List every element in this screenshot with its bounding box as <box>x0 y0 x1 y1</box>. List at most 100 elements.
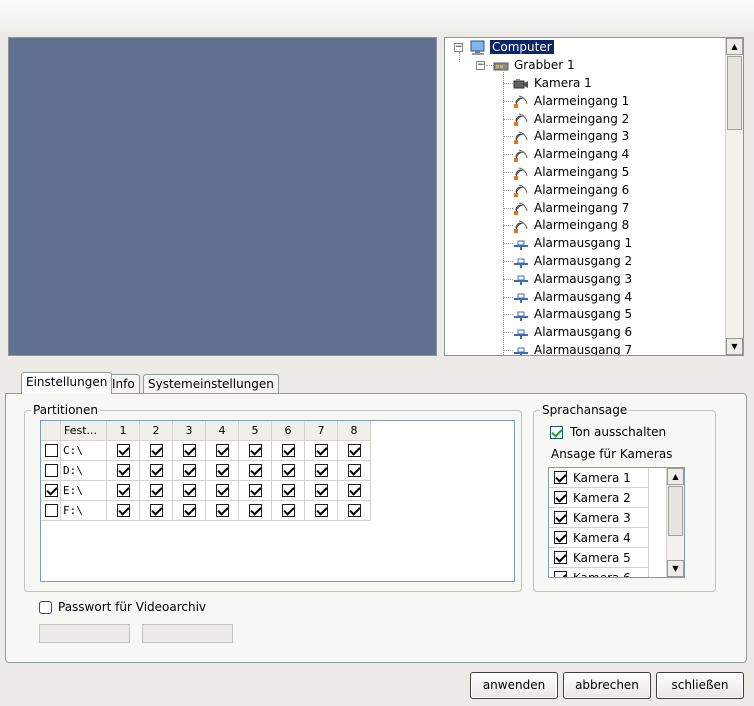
camera-partition-checkbox[interactable] <box>249 464 262 477</box>
grid-header-select[interactable] <box>41 421 61 441</box>
tree-node-item[interactable]: Alarmeingang 5 <box>513 163 631 181</box>
grid-column-header[interactable]: 8 <box>338 421 371 441</box>
cancel-button[interactable]: abbrechen <box>563 672 651 699</box>
scroll-up-icon[interactable]: ▲ <box>726 38 743 55</box>
grid-column-header[interactable]: 2 <box>140 421 173 441</box>
camera-speech-checkbox[interactable] <box>554 471 567 484</box>
row-select-checkbox[interactable] <box>45 444 58 457</box>
password-field[interactable] <box>39 624 130 643</box>
tree-node-item[interactable]: Alarmausgang 3 <box>513 270 634 288</box>
camera-label: Kamera 4 <box>573 531 631 545</box>
tab-einstellungen[interactable]: Einstellungen <box>21 372 113 394</box>
tree-node-grabber[interactable]: Grabber 1 <box>493 56 577 74</box>
camera-partition-checkbox[interactable] <box>150 484 163 497</box>
camera-partition-checkbox[interactable] <box>150 464 163 477</box>
tree-node-item[interactable]: Alarmausgang 4 <box>513 288 634 306</box>
camera-partition-checkbox[interactable] <box>183 464 196 477</box>
camera-speech-checkbox[interactable] <box>554 571 567 577</box>
camera-speech-checkbox[interactable] <box>554 491 567 504</box>
tree-node-item[interactable]: Alarmausgang 6 <box>513 323 634 341</box>
list-item[interactable]: Kamera 3 <box>549 508 649 528</box>
scroll-up-icon[interactable]: ▲ <box>667 468 684 485</box>
camera-partition-checkbox[interactable] <box>117 444 130 457</box>
row-select-checkbox[interactable] <box>45 504 58 517</box>
camera-partition-checkbox[interactable] <box>117 464 130 477</box>
camera-partition-checkbox[interactable] <box>183 504 196 517</box>
device-tree[interactable]: − Computer − Grabber 1 Kamera 1 Alarmeing… <box>444 37 744 356</box>
grid-column-header[interactable]: 7 <box>305 421 338 441</box>
camera-speech-checkbox[interactable] <box>554 531 567 544</box>
camera-partition-checkbox[interactable] <box>249 444 262 457</box>
camera-partition-checkbox[interactable] <box>348 444 361 457</box>
row-select-checkbox[interactable] <box>45 484 58 497</box>
grid-column-header[interactable]: 1 <box>107 421 140 441</box>
camera-partition-checkbox[interactable] <box>183 444 196 457</box>
scroll-down-icon[interactable]: ▼ <box>726 338 743 355</box>
camera-speech-checkbox[interactable] <box>554 511 567 524</box>
camera-partition-checkbox[interactable] <box>282 484 295 497</box>
camera-partition-checkbox[interactable] <box>282 504 295 517</box>
camera-partition-checkbox[interactable] <box>315 444 328 457</box>
camera-partition-checkbox[interactable] <box>216 484 229 497</box>
grid-column-header[interactable]: Fest... <box>61 421 107 441</box>
grid-column-header[interactable]: 5 <box>239 421 272 441</box>
tree-node-computer[interactable]: Computer <box>469 38 554 56</box>
tree-node-item[interactable]: Alarmeingang 2 <box>513 110 631 128</box>
tree-node-item[interactable]: Alarmausgang 5 <box>513 305 634 323</box>
scroll-thumb[interactable] <box>727 56 742 130</box>
camera-partition-checkbox[interactable] <box>348 504 361 517</box>
tab-systemeinstellungen[interactable]: Systemeinstellungen <box>143 374 279 394</box>
row-select-checkbox[interactable] <box>45 464 58 477</box>
partitions-grid[interactable]: Fest... 1 2 3 4 5 6 7 8 C:\ D:\ E:\ F:\ <box>40 420 515 582</box>
camera-partition-checkbox[interactable] <box>348 464 361 477</box>
camera-partition-checkbox[interactable] <box>348 484 361 497</box>
camera-partition-checkbox[interactable] <box>282 464 295 477</box>
camera-partition-checkbox[interactable] <box>315 484 328 497</box>
tree-node-item[interactable]: Alarmeingang 3 <box>513 127 631 145</box>
tree-node-item[interactable]: Alarmeingang 6 <box>513 181 631 199</box>
camera-speech-list[interactable]: Kamera 1 Kamera 2 Kamera 3 Kamera 4 Kamera 5… <box>548 467 685 578</box>
list-item[interactable]: Kamera 5 <box>549 548 649 568</box>
apply-button[interactable]: anwenden <box>470 672 558 699</box>
camera-partition-checkbox[interactable] <box>249 504 262 517</box>
collapse-icon[interactable]: − <box>454 43 463 52</box>
password-confirm-field[interactable] <box>142 624 233 643</box>
tree-scrollbar[interactable]: ▲ ▼ <box>725 38 743 355</box>
tree-node-item[interactable]: Alarmausgang 2 <box>513 252 634 270</box>
mute-checkbox[interactable] <box>550 426 563 439</box>
camera-partition-checkbox[interactable] <box>183 484 196 497</box>
grid-column-header[interactable]: 6 <box>272 421 305 441</box>
camera-list-scrollbar[interactable]: ▲ ▼ <box>666 468 684 577</box>
camera-partition-checkbox[interactable] <box>315 464 328 477</box>
tree-node-item[interactable]: Alarmeingang 1 <box>513 92 631 110</box>
camera-partition-checkbox[interactable] <box>117 504 130 517</box>
tree-node-item[interactable]: Alarmeingang 8 <box>513 216 631 234</box>
camera-partition-checkbox[interactable] <box>249 484 262 497</box>
password-checkbox[interactable] <box>39 601 52 614</box>
tree-node-item[interactable]: Kamera 1 <box>513 74 594 92</box>
collapse-icon[interactable]: − <box>476 61 485 70</box>
list-item[interactable]: Kamera 4 <box>549 528 649 548</box>
tree-node-item[interactable]: Alarmausgang 7 <box>513 341 634 355</box>
camera-partition-checkbox[interactable] <box>117 484 130 497</box>
camera-partition-checkbox[interactable] <box>216 504 229 517</box>
scroll-down-icon[interactable]: ▼ <box>667 560 684 577</box>
table-cell <box>140 481 173 501</box>
camera-partition-checkbox[interactable] <box>315 504 328 517</box>
camera-partition-checkbox[interactable] <box>150 504 163 517</box>
tree-node-item[interactable]: Alarmeingang 7 <box>513 199 631 217</box>
list-item[interactable]: Kamera 6 <box>549 568 649 577</box>
close-button[interactable]: schließen <box>656 672 744 699</box>
camera-speech-checkbox[interactable] <box>554 551 567 564</box>
grid-column-header[interactable]: 4 <box>206 421 239 441</box>
grid-column-header[interactable]: 3 <box>173 421 206 441</box>
list-item[interactable]: Kamera 1 <box>549 468 649 488</box>
tree-node-item[interactable]: Alarmausgang 1 <box>513 234 634 252</box>
camera-partition-checkbox[interactable] <box>150 444 163 457</box>
camera-partition-checkbox[interactable] <box>216 444 229 457</box>
tree-node-item[interactable]: Alarmeingang 4 <box>513 145 631 163</box>
camera-partition-checkbox[interactable] <box>216 464 229 477</box>
list-item[interactable]: Kamera 2 <box>549 488 649 508</box>
scroll-thumb[interactable] <box>668 486 683 536</box>
camera-partition-checkbox[interactable] <box>282 444 295 457</box>
